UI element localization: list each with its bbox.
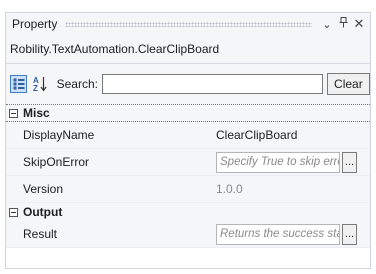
- property-panel: Property ⌄ ✕ Robility.TextAutomation.Cle…: [5, 12, 371, 269]
- property-row-displayname[interactable]: DisplayName ClearClipBoard: [6, 122, 370, 149]
- property-value[interactable]: ClearClipBoard: [216, 128, 297, 142]
- result-input[interactable]: Returns the success state of: [216, 223, 340, 245]
- sort-alphabetical-glyph: A Z: [33, 76, 47, 92]
- panel-title: Property: [12, 17, 58, 31]
- property-row-skiponerror[interactable]: SkipOnError Specify True to skip errors …: [6, 149, 370, 176]
- categorized-view-glyph: [13, 78, 25, 90]
- property-row-result[interactable]: Result Returns the success state of ...: [6, 221, 370, 248]
- sort-alphabetical-icon[interactable]: A Z: [31, 75, 48, 93]
- category-misc[interactable]: Misc: [6, 104, 370, 122]
- property-value-cell: Returns the success state of ...: [216, 223, 357, 245]
- skiponerror-input[interactable]: Specify True to skip errors d: [216, 151, 340, 173]
- collapse-icon[interactable]: [9, 207, 18, 217]
- categorized-view-icon[interactable]: [10, 75, 28, 93]
- pin-icon-glyph: [339, 17, 347, 28]
- close-icon[interactable]: ✕: [352, 16, 366, 32]
- property-name: SkipOnError: [23, 155, 90, 169]
- property-name: DisplayName: [23, 128, 95, 142]
- property-grid: Misc DisplayName ClearClipBoard SkipOnEr…: [6, 104, 370, 268]
- property-value-cell: Specify True to skip errors d ...: [216, 151, 357, 173]
- property-name: Version: [23, 182, 64, 196]
- property-name: Result: [23, 227, 58, 241]
- clear-button[interactable]: Clear: [326, 73, 370, 95]
- search-label: Search:: [56, 77, 98, 91]
- category-label: Misc: [23, 106, 50, 120]
- selected-activity-name: Robility.TextAutomation.ClearClipBoard: [6, 35, 370, 64]
- property-toolbar: A Z Search: Clear: [6, 64, 370, 104]
- collapse-icon[interactable]: [9, 108, 18, 118]
- property-value-cell: 1.0.0: [216, 182, 243, 196]
- panel-titlebar[interactable]: Property ⌄ ✕: [6, 13, 370, 35]
- drag-grip[interactable]: [65, 21, 312, 27]
- search-input[interactable]: [101, 74, 323, 94]
- pin-icon[interactable]: [336, 17, 350, 31]
- skiponerror-ellipsis-button[interactable]: ...: [342, 151, 357, 173]
- svg-text:Z: Z: [33, 84, 38, 92]
- property-value: 1.0.0: [216, 182, 243, 196]
- category-output[interactable]: Output: [6, 203, 370, 221]
- category-label: Output: [23, 205, 63, 219]
- dropdown-icon[interactable]: ⌄: [320, 18, 334, 31]
- result-ellipsis-button[interactable]: ...: [342, 223, 357, 245]
- property-row-version[interactable]: Version 1.0.0: [6, 176, 370, 203]
- property-value-cell[interactable]: ClearClipBoard: [216, 128, 297, 142]
